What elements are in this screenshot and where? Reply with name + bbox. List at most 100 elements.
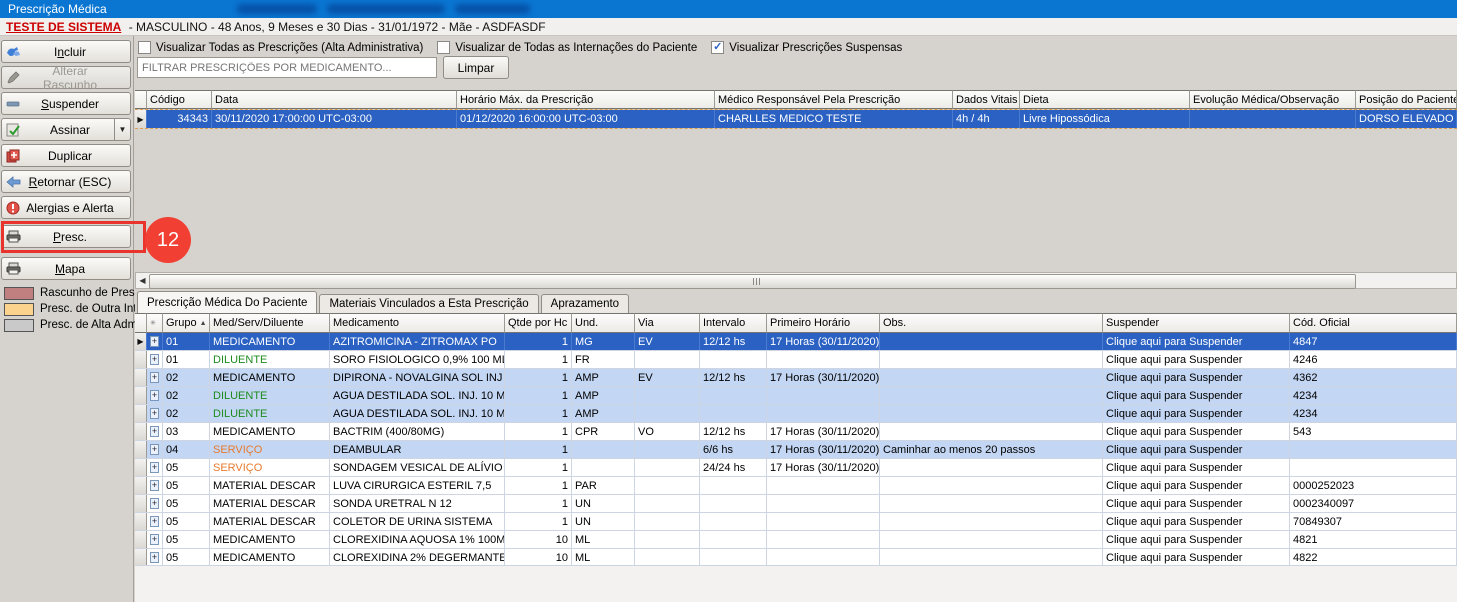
suspender-cell[interactable]: Clique aqui para Suspender	[1103, 387, 1290, 404]
dropdown-arrow-icon[interactable]: ▼	[114, 119, 130, 140]
column-header[interactable]: Qtde por Hc	[505, 313, 572, 333]
row-selector-cell	[135, 459, 147, 476]
suspender-cell[interactable]: Clique aqui para Suspender	[1103, 495, 1290, 512]
expander-cell[interactable]: +	[147, 441, 163, 458]
item-row[interactable]: +02DILUENTEAGUA DESTILADA SOL. INJ. 10 M…	[135, 387, 1457, 405]
item-row[interactable]: +04SERVIÇODEAMBULAR16/6 hs17 Horas (30/1…	[135, 441, 1457, 459]
expand-plus-icon[interactable]: +	[150, 426, 159, 437]
column-header[interactable]: Médico Responsável Pela Prescrição	[715, 90, 953, 109]
suspender-cell[interactable]: Clique aqui para Suspender	[1103, 351, 1290, 368]
suspender-cell[interactable]: Clique aqui para Suspender	[1103, 549, 1290, 566]
suspender-cell[interactable]: Clique aqui para Suspender	[1103, 423, 1290, 440]
column-header[interactable]: Grupo▲	[163, 313, 210, 333]
suspender-cell[interactable]: Clique aqui para Suspender	[1103, 531, 1290, 548]
expand-plus-icon[interactable]: +	[150, 336, 159, 347]
expander-cell[interactable]: +	[147, 387, 163, 404]
scrollbar-thumb[interactable]	[149, 274, 1356, 289]
legend-swatch	[4, 319, 34, 332]
suspender-cell[interactable]: Clique aqui para Suspender	[1103, 459, 1290, 476]
und-cell: MG	[572, 333, 635, 350]
expander-cell[interactable]: +	[147, 405, 163, 422]
sidebar-button-alterar-rascunho[interactable]: Alterar Rascunho	[1, 66, 131, 89]
suspender-cell[interactable]: Clique aqui para Suspender	[1103, 405, 1290, 422]
column-header[interactable]: Und.	[572, 313, 635, 333]
item-row[interactable]: +05MATERIAL DESCARLUVA CIRURGICA ESTERIL…	[135, 477, 1457, 495]
sidebar-button-retornar[interactable]: Retornar (ESC)	[1, 170, 131, 193]
expander-cell[interactable]: +	[147, 369, 163, 386]
expander-cell[interactable]: +	[147, 333, 163, 350]
expand-plus-icon[interactable]: +	[150, 534, 159, 545]
sidebar-button-mapa[interactable]: Mapa	[1, 257, 131, 280]
expand-plus-icon[interactable]: +	[150, 444, 159, 455]
column-header[interactable]: Intervalo	[700, 313, 767, 333]
expander-cell[interactable]: +	[147, 351, 163, 368]
sidebar-button-presc[interactable]: Presc.	[1, 225, 131, 248]
column-header[interactable]: Evolução Médica/Observação	[1190, 90, 1356, 109]
column-header[interactable]: Medicamento	[330, 313, 505, 333]
item-row[interactable]: +01DILUENTESORO FISIOLOGICO 0,9% 100 ML1…	[135, 351, 1457, 369]
expander-cell[interactable]: +	[147, 513, 163, 530]
obs-cell	[880, 423, 1103, 440]
column-header[interactable]: Primeiro Horário	[767, 313, 880, 333]
checkbox-box[interactable]	[437, 41, 450, 54]
checkbox-box[interactable]	[138, 41, 151, 54]
column-header[interactable]: Dieta	[1020, 90, 1190, 109]
view-filter-checkbox-2[interactable]: Visualizar de Todas as Internações do Pa…	[437, 41, 697, 54]
column-header[interactable]: Dados Vitais	[953, 90, 1020, 109]
view-filter-checkbox-3[interactable]: ✓Visualizar Prescrições Suspensas	[711, 41, 902, 54]
suspender-cell[interactable]: Clique aqui para Suspender	[1103, 513, 1290, 530]
expand-plus-icon[interactable]: +	[150, 354, 159, 365]
horizontal-scrollbar[interactable]: ◀	[135, 272, 1457, 289]
column-header[interactable]: Via	[635, 313, 700, 333]
sidebar-button-assinar[interactable]: Assinar▼	[1, 118, 131, 141]
view-filter-checkbox-1[interactable]: Visualizar Todas as Prescrições (Alta Ad…	[138, 41, 423, 54]
suspender-cell[interactable]: Clique aqui para Suspender	[1103, 477, 1290, 494]
sidebar-button-incluir[interactable]: Incluir	[1, 40, 131, 63]
expander-cell[interactable]: +	[147, 477, 163, 494]
scroll-left-button[interactable]: ◀	[136, 273, 149, 288]
expand-plus-icon[interactable]: +	[150, 552, 159, 563]
tutorial-step-badge: 12	[145, 217, 191, 263]
expand-plus-icon[interactable]: +	[150, 390, 159, 401]
suspender-cell[interactable]: Clique aqui para Suspender	[1103, 441, 1290, 458]
column-header[interactable]: Med/Serv/Diluente	[210, 313, 330, 333]
suspender-cell[interactable]: Clique aqui para Suspender	[1103, 369, 1290, 386]
tab-1[interactable]: Prescrição Médica Do Paciente	[137, 291, 317, 313]
item-row[interactable]: +02MEDICAMENTODIPIRONA - NOVALGINA SOL I…	[135, 369, 1457, 387]
column-header[interactable]: Data	[212, 90, 457, 109]
expander-cell[interactable]: +	[147, 423, 163, 440]
expander-cell[interactable]: +	[147, 459, 163, 476]
expander-cell[interactable]: +	[147, 531, 163, 548]
tab-2[interactable]: Materiais Vinculados a Esta Prescrição	[319, 294, 538, 313]
expand-plus-icon[interactable]: +	[150, 408, 159, 419]
expander-cell[interactable]: +	[147, 495, 163, 512]
sidebar-button-suspender[interactable]: Suspender	[1, 92, 131, 115]
item-row[interactable]: +05SERVIÇOSONDAGEM VESICAL DE ALÍVIO124/…	[135, 459, 1457, 477]
sidebar-button-alergias[interactable]: Alergias e Alerta	[1, 196, 131, 219]
expander-cell[interactable]: +	[147, 549, 163, 566]
column-header[interactable]: Cód. Oficial	[1290, 313, 1457, 333]
prescription-row[interactable]: ▶3434330/11/2020 17:00:00 UTC-03:0001/12…	[135, 109, 1457, 129]
column-header[interactable]: Obs.	[880, 313, 1103, 333]
clear-filter-button[interactable]: Limpar	[443, 56, 509, 79]
expand-plus-icon[interactable]: +	[150, 480, 159, 491]
expand-plus-icon[interactable]: +	[150, 498, 159, 509]
sidebar-button-duplicar[interactable]: Duplicar	[1, 144, 131, 167]
item-row[interactable]: ▶+01MEDICAMENTOAZITROMICINA - ZITROMAX P…	[135, 333, 1457, 351]
column-header[interactable]: Posição do Paciente	[1356, 90, 1457, 109]
medication-filter-input[interactable]	[137, 57, 437, 78]
item-row[interactable]: +05MEDICAMENTOCLOREXIDINA AQUOSA 1% 100M…	[135, 531, 1457, 549]
suspender-cell[interactable]: Clique aqui para Suspender	[1103, 333, 1290, 350]
item-row[interactable]: +05MATERIAL DESCARCOLETOR DE URINA SISTE…	[135, 513, 1457, 531]
item-row[interactable]: +05MATERIAL DESCARSONDA URETRAL N 121UNC…	[135, 495, 1457, 513]
expand-plus-icon[interactable]: +	[150, 516, 159, 527]
item-row[interactable]: +02DILUENTEAGUA DESTILADA SOL. INJ. 10 M…	[135, 405, 1457, 423]
column-header[interactable]: Suspender	[1103, 313, 1290, 333]
column-header[interactable]: Horário Máx. da Prescrição	[457, 90, 715, 109]
expand-plus-icon[interactable]: +	[150, 462, 159, 473]
column-header[interactable]: Código	[147, 90, 212, 109]
expand-plus-icon[interactable]: +	[150, 372, 159, 383]
tab-3[interactable]: Aprazamento	[541, 294, 629, 313]
item-row[interactable]: +03MEDICAMENTOBACTRIM (400/80MG)1CPRVO12…	[135, 423, 1457, 441]
checkbox-box[interactable]: ✓	[711, 41, 724, 54]
